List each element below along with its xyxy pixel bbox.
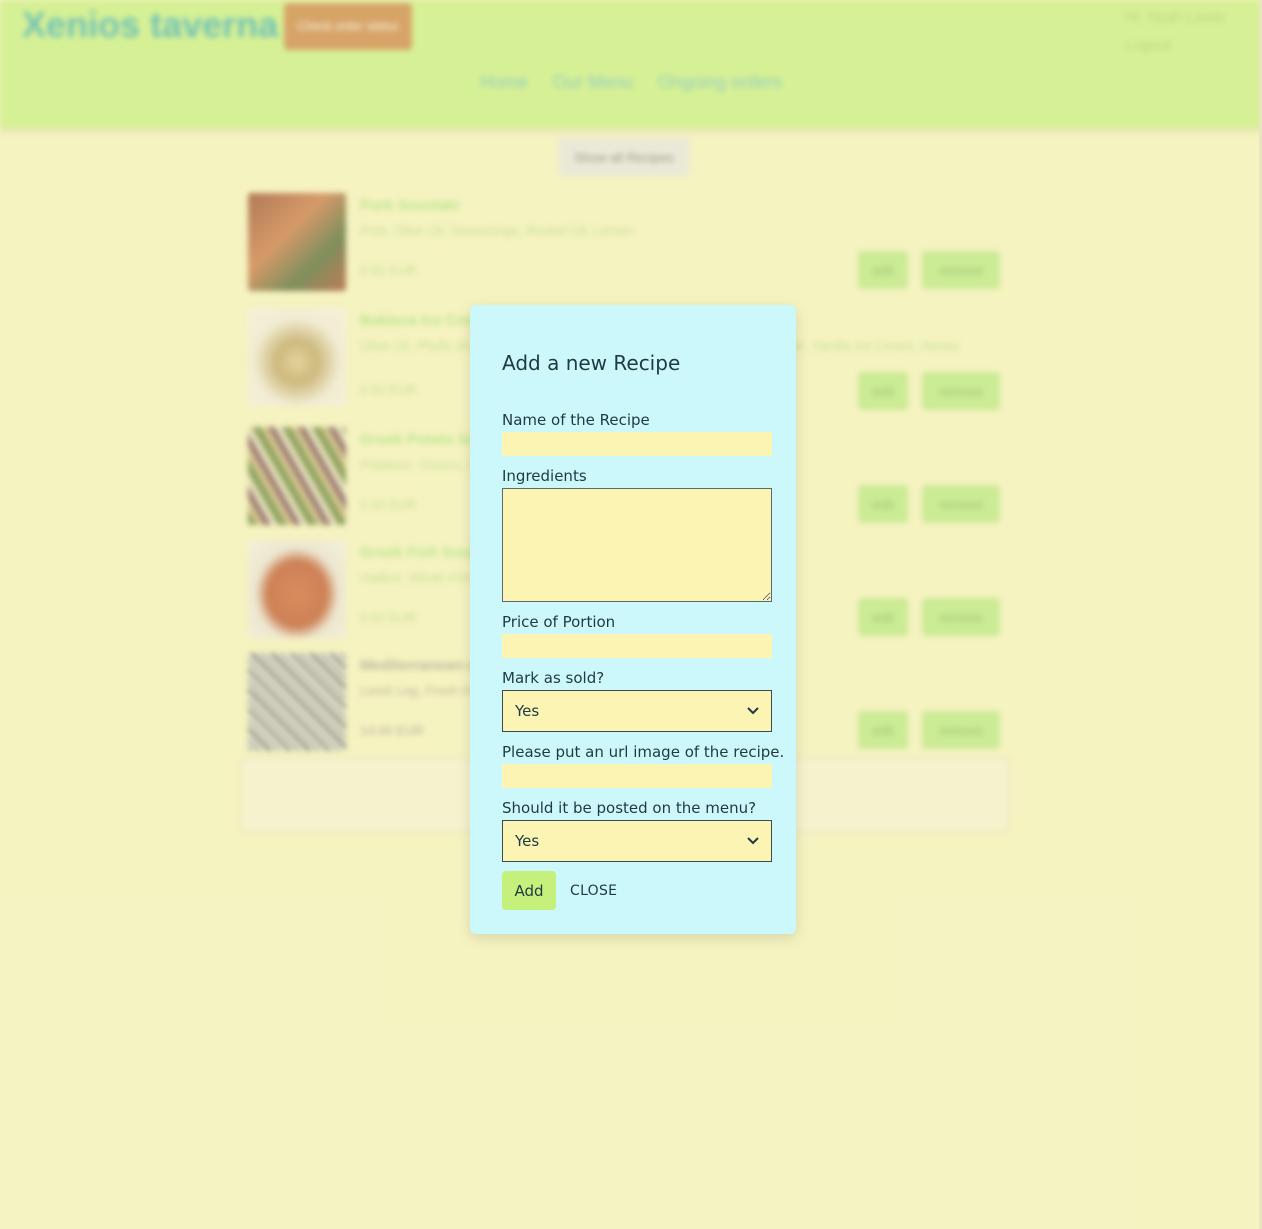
mark-as-sold-label: Mark as sold? (502, 669, 605, 687)
post-on-menu-select[interactable]: Yes (502, 820, 772, 862)
post-on-menu-label: Should it be posted on the menu? (502, 799, 757, 817)
add-button[interactable]: Add (502, 871, 556, 910)
modal-title: Add a new Recipe (502, 351, 681, 375)
price-input[interactable] (502, 634, 772, 658)
chevron-down-icon (747, 707, 759, 715)
image-url-label: Please put an url image of the recipe. (502, 743, 785, 761)
add-recipe-modal: Add a new Recipe Name of the Recipe Ingr… (470, 305, 796, 934)
ingredients-textarea[interactable] (502, 488, 772, 602)
image-url-input[interactable] (502, 764, 772, 788)
close-button[interactable]: CLOSE (570, 871, 617, 910)
post-on-menu-value: Yes (515, 832, 540, 850)
mark-as-sold-select[interactable]: Yes (502, 690, 772, 732)
price-label: Price of Portion (502, 613, 616, 631)
mark-as-sold-value: Yes (515, 702, 540, 720)
recipe-name-input[interactable] (502, 432, 772, 456)
chevron-down-icon (747, 837, 759, 845)
ingredients-label: Ingredients (502, 467, 587, 485)
recipe-name-label: Name of the Recipe (502, 411, 650, 429)
